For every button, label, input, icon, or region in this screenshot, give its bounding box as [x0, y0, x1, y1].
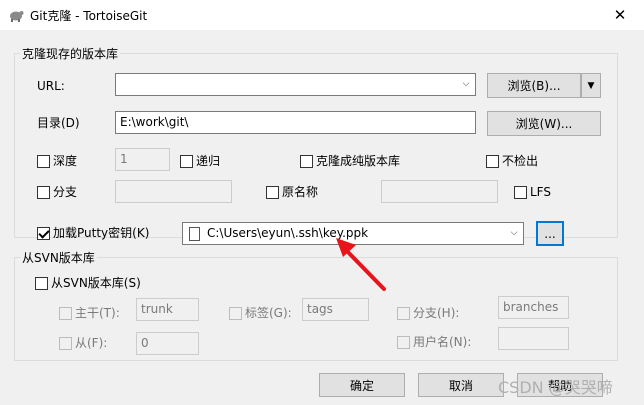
chevron-down-icon[interactable]: ⌵	[508, 223, 520, 244]
checkbox-box	[59, 306, 72, 320]
tags-checkbox[interactable]: 标签(G):	[229, 306, 292, 320]
from-revision-input[interactable]: 0	[136, 332, 199, 355]
checkbox-box	[397, 335, 410, 349]
svn-group-title: 从SVN版本库	[20, 251, 97, 265]
directory-input[interactable]: E:\work\git\	[115, 111, 476, 134]
branch-input[interactable]	[115, 180, 232, 203]
depth-input[interactable]: 1	[115, 148, 170, 171]
putty-key-path: C:\Users\eyun\.ssh\key.ppk	[207, 226, 369, 240]
putty-key-combobox[interactable]: C:\Users\eyun\.ssh\key.ppk ⌵	[182, 222, 524, 245]
from-revision-checkbox[interactable]: 从(F):	[59, 336, 107, 350]
dropdown-arrow-icon: ▼	[587, 80, 595, 91]
checkbox-box	[180, 154, 193, 168]
ok-button[interactable]: 确定	[319, 373, 405, 397]
origin-name-checkbox[interactable]: 原名称	[266, 185, 318, 199]
cancel-button[interactable]: 取消	[418, 373, 504, 397]
window-title: Git克隆 - TortoiseGit	[30, 9, 148, 23]
checkbox-box	[37, 185, 50, 199]
checkbox-box	[229, 306, 242, 320]
load-putty-key-checkbox[interactable]: 加载Putty密钥(K)	[37, 226, 149, 240]
chevron-down-icon[interactable]: ⌵	[460, 74, 472, 95]
browse-url-button[interactable]: 浏览(B)...	[487, 73, 581, 98]
close-button[interactable]: ✕	[596, 0, 644, 30]
bare-repo-checkbox[interactable]: 克隆成纯版本库	[300, 154, 400, 168]
checkbox-box	[514, 185, 527, 199]
close-icon: ✕	[613, 6, 627, 24]
origin-name-input[interactable]	[381, 180, 498, 203]
checkbox-box	[59, 336, 72, 350]
directory-label: 目录(D)	[37, 116, 80, 130]
tags-input[interactable]: tags	[302, 298, 369, 321]
checkbox-box	[300, 154, 313, 168]
branches-input[interactable]: branches	[498, 296, 569, 319]
checkbox-box	[266, 185, 279, 199]
repo-group-title: 克隆现存的版本库	[20, 47, 121, 61]
recursive-checkbox[interactable]: 递归	[180, 154, 220, 168]
lfs-checkbox[interactable]: LFS	[514, 185, 551, 199]
browse-putty-key-button[interactable]: ...	[536, 221, 564, 246]
file-icon	[189, 227, 200, 241]
branches-checkbox[interactable]: 分支(H):	[397, 306, 459, 320]
url-label: URL:	[37, 79, 65, 93]
trunk-checkbox[interactable]: 主干(T):	[59, 306, 120, 320]
watermark: CSDN @哭哭啼	[498, 378, 613, 397]
username-checkbox[interactable]: 用户名(N):	[397, 335, 471, 349]
from-svn-checkbox[interactable]: 从SVN版本库(S)	[35, 276, 141, 290]
tortoisegit-icon	[10, 11, 24, 22]
trunk-input[interactable]: trunk	[136, 298, 199, 321]
title-bar: Git克隆 - TortoiseGit ✕	[0, 0, 644, 30]
checkbox-box	[397, 306, 410, 320]
checkbox-box	[37, 226, 50, 240]
checkbox-box	[35, 276, 48, 290]
username-input[interactable]	[498, 327, 569, 350]
no-checkout-checkbox[interactable]: 不检出	[486, 154, 538, 168]
browse-url-dropdown-button[interactable]: ▼	[581, 73, 601, 98]
url-combobox[interactable]: ⌵	[115, 73, 476, 96]
branch-checkbox[interactable]: 分支	[37, 185, 77, 199]
depth-checkbox[interactable]: 深度	[37, 154, 77, 168]
browse-directory-button[interactable]: 浏览(W)...	[487, 111, 601, 136]
dialog-client: 克隆现存的版本库 URL: ⌵ 浏览(B)... ▼ 目录(D) E:\work…	[0, 30, 644, 405]
checkbox-box	[37, 154, 50, 168]
checkbox-box	[486, 154, 499, 168]
